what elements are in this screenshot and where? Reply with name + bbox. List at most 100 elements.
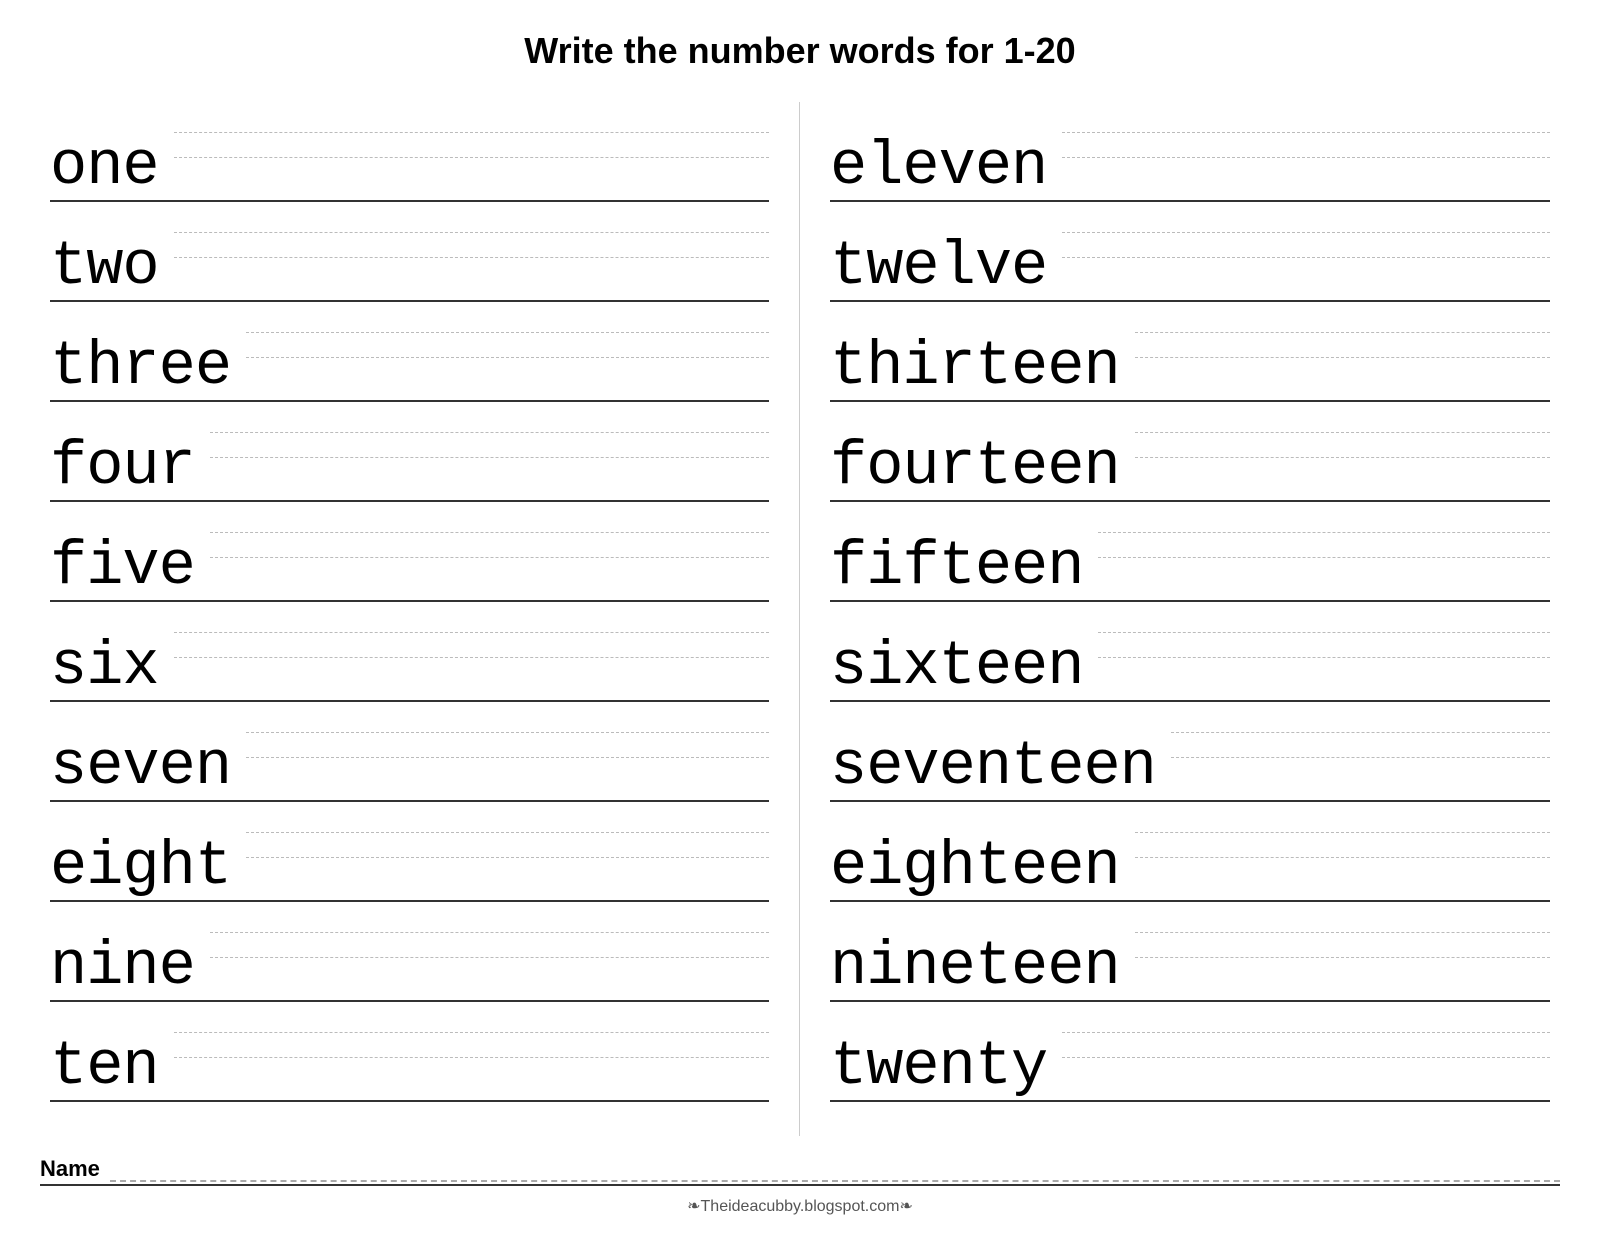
guide-line-mid [210,557,769,558]
left-column: one two three four fivesix seven eight nine ten [40,102,800,1136]
word-row-four: four [50,402,769,502]
word-row-fifteen: fifteen [830,502,1550,602]
word-row-fourteen: fourteen [830,402,1550,502]
word-row-seventeen: seventeen [830,702,1550,802]
word-row-three: three [50,302,769,402]
word-row-six: six [50,602,769,702]
word-row-sixteen: sixteen [830,602,1550,702]
guide-line-top [174,632,769,633]
word-row-twelve: twelve [830,202,1550,302]
guide-line-top [174,1032,769,1033]
writing-lines-six[interactable] [174,602,769,700]
word-label-nineteen: nineteen [830,936,1120,1002]
guide-line-top [1062,232,1550,233]
word-row-eight: eight [50,802,769,902]
writing-lines-nineteen[interactable] [1135,902,1550,1000]
guide-line-mid [1062,157,1550,158]
writing-lines-twelve[interactable] [1062,202,1550,300]
word-row-two: two [50,202,769,302]
name-line[interactable] [110,1162,1560,1182]
writing-lines-thirteen[interactable] [1135,302,1550,400]
word-label-twelve: twelve [830,236,1047,302]
guide-line-mid [210,457,769,458]
word-row-twenty: twenty [830,1002,1550,1102]
guide-line-mid [246,857,769,858]
guide-line-mid [1098,657,1550,658]
guide-line-top [246,332,769,333]
word-label-eight: eight [50,836,231,902]
guide-line-mid [210,957,769,958]
guide-line-mid [174,1057,769,1058]
writing-lines-three[interactable] [246,302,769,400]
word-row-five: five [50,502,769,602]
guide-line-mid [1135,857,1550,858]
writing-lines-twenty[interactable] [1062,1002,1550,1100]
writing-lines-one[interactable] [174,102,769,200]
guide-line-mid [174,657,769,658]
word-label-five: five [50,536,195,602]
writing-lines-eighteen[interactable] [1135,802,1550,900]
guide-line-top [1062,132,1550,133]
word-label-sixteen: sixteen [830,636,1083,702]
writing-lines-fourteen[interactable] [1135,402,1550,500]
page-title: Write the number words for 1-20 [524,30,1075,72]
guide-line-top [1098,532,1550,533]
guide-line-top [1098,632,1550,633]
guide-line-top [174,132,769,133]
worksheet: onetwothreefourfivesixseveneightnineten … [40,102,1560,1136]
word-row-ten: ten [50,1002,769,1102]
word-label-eleven: eleven [830,136,1047,202]
guide-line-top [1062,1032,1550,1033]
writing-lines-seven[interactable] [246,702,769,800]
word-label-four: four [50,436,195,502]
guide-line-top [210,532,769,533]
word-label-eighteen: eighteen [830,836,1120,902]
writing-lines-sixteen[interactable] [1098,602,1550,700]
guide-line-top [1171,732,1550,733]
writing-lines-nine[interactable] [210,902,769,1000]
guide-line-top [246,832,769,833]
writing-lines-fifteen[interactable] [1098,502,1550,600]
guide-line-top [174,232,769,233]
guide-line-mid [1135,457,1550,458]
writing-lines-ten[interactable] [174,1002,769,1100]
word-label-three: three [50,336,231,402]
guide-line-mid [1062,257,1550,258]
guide-line-mid [174,157,769,158]
right-column: eleventwelvethirteenfourteenfifteensixte… [800,102,1560,1136]
word-label-twenty: twenty [830,1036,1047,1102]
word-row-nineteen: nineteen [830,902,1550,1002]
writing-lines-two[interactable] [174,202,769,300]
name-section: Name [40,1156,1560,1186]
guide-line-mid [1171,757,1550,758]
writing-lines-seventeen[interactable] [1171,702,1550,800]
guide-line-top [1135,432,1550,433]
writing-lines-four[interactable] [210,402,769,500]
guide-line-mid [246,757,769,758]
footer-text: ❧Theideacubby.blogspot.com❧ [687,1196,913,1216]
guide-line-top [1135,832,1550,833]
word-row-one: one [50,102,769,202]
guide-line-mid [246,357,769,358]
word-row-nine: nine [50,902,769,1002]
guide-line-top [210,432,769,433]
guide-line-mid [1098,557,1550,558]
word-label-one: one [50,136,159,202]
word-label-two: two [50,236,159,302]
writing-lines-eleven[interactable] [1062,102,1550,200]
guide-line-top [246,732,769,733]
word-label-fourteen: fourteen [830,436,1120,502]
word-row-eleven: eleven [830,102,1550,202]
word-row-seven: seven [50,702,769,802]
guide-line-mid [174,257,769,258]
name-label: Name [40,1156,100,1182]
writing-lines-five[interactable] [210,502,769,600]
word-label-seventeen: seventeen [830,736,1156,802]
guide-line-top [1135,332,1550,333]
word-label-nine: nine [50,936,195,1002]
writing-lines-eight[interactable] [246,802,769,900]
word-label-ten: ten [50,1036,159,1102]
word-label-seven: seven [50,736,231,802]
guide-line-mid [1135,357,1550,358]
guide-line-top [210,932,769,933]
